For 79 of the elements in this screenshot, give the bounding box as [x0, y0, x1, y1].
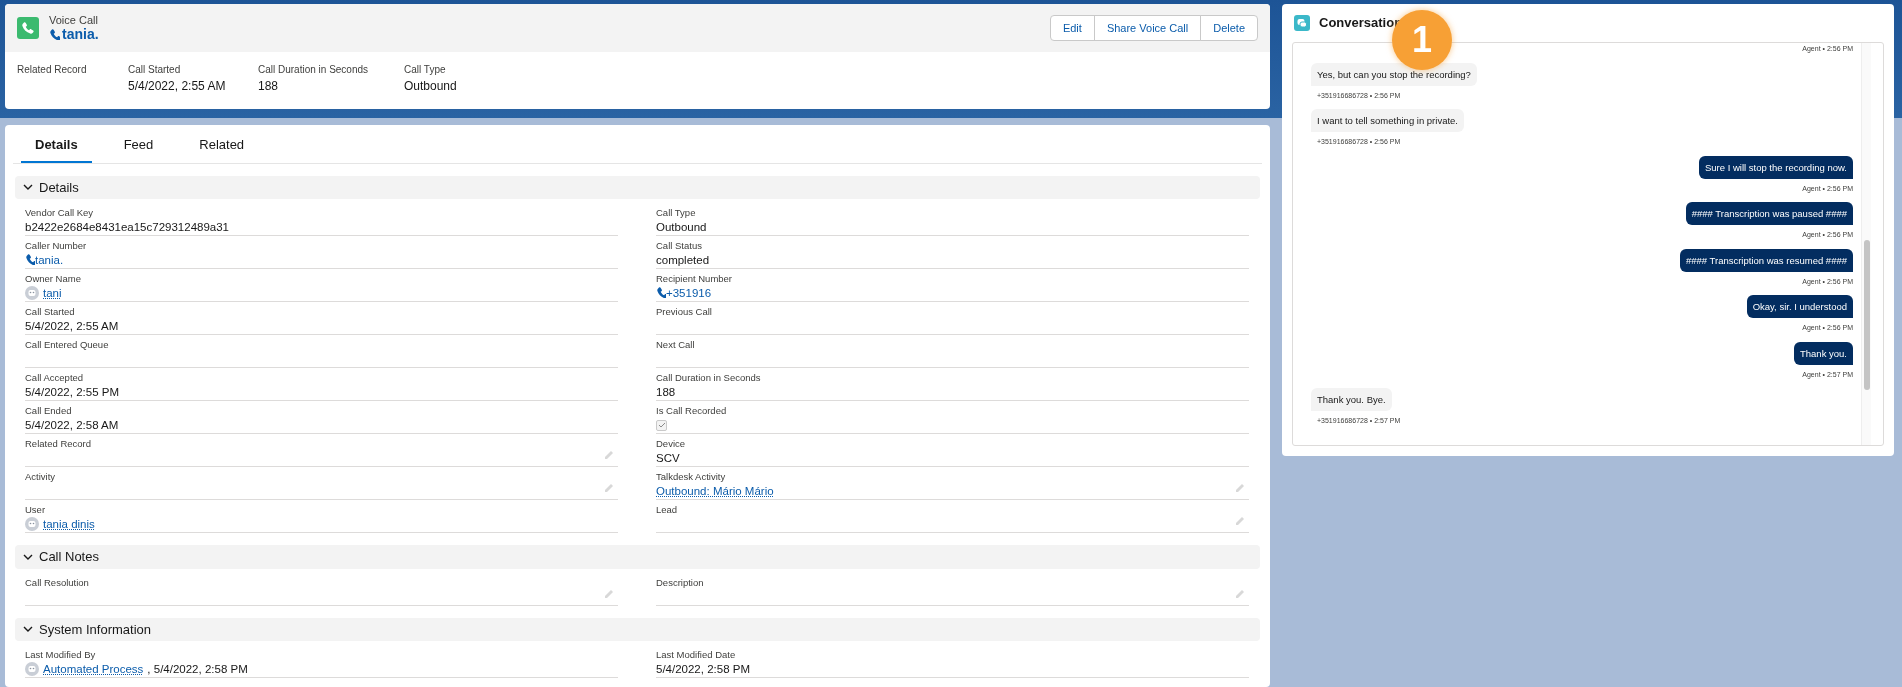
message-bubble: Thank you. Bye.: [1311, 388, 1392, 411]
message-bubble: Okay, sir. I understood: [1746, 295, 1853, 318]
user-link[interactable]: Automated Process: [43, 661, 144, 677]
pencil-icon[interactable]: [604, 448, 614, 460]
section-header[interactable]: System Information: [15, 617, 1260, 641]
highlight-label: Call Duration in Seconds: [258, 63, 370, 77]
field-value: completed: [656, 253, 710, 268]
pencil-icon[interactable]: [604, 481, 614, 493]
message-bubble: Sure I will stop the recording now.: [1698, 155, 1853, 179]
field-label: Call Ended: [25, 405, 73, 417]
field-label: Caller Number: [25, 240, 88, 252]
object-type-label: Voice Call: [49, 13, 99, 26]
field-label: Recipient Number: [656, 273, 734, 285]
message-bubble: #### Transcription was resumed ####: [1679, 248, 1853, 272]
field-label: Is Call Recorded: [656, 405, 728, 417]
record-title-text: tania.: [62, 25, 99, 43]
message-bubble: Yes, but can you stop the recording?: [1311, 62, 1477, 86]
tab[interactable]: Feed: [109, 125, 168, 163]
pencil-icon[interactable]: [1235, 481, 1245, 493]
phone-link[interactable]: +351916: [656, 285, 712, 301]
phone-link[interactable]: tania.: [25, 252, 64, 268]
field-label: Call Resolution: [25, 576, 90, 589]
field-label: Description: [656, 576, 705, 589]
user-link[interactable]: tani: [43, 285, 62, 301]
user-avatar-icon: [25, 662, 39, 676]
field-label: Previous Call: [656, 306, 713, 318]
pencil-icon[interactable]: [1235, 514, 1245, 526]
field-label: Call Entered Queue: [25, 339, 110, 351]
field-label: Last Modified Date: [656, 649, 737, 661]
highlight-label: Related Record: [17, 63, 88, 77]
field-label: Last Modified By: [25, 649, 97, 661]
action-button[interactable]: Share Voice Call: [1093, 14, 1202, 42]
field-label: Owner Name: [25, 273, 82, 285]
message-bubble: I want to tell something in private.: [1311, 109, 1464, 132]
user-avatar-icon: [25, 286, 39, 300]
highlight-value: 188: [258, 78, 280, 95]
phone-icon: [656, 286, 666, 298]
field-label: Vendor Call Key: [25, 207, 95, 219]
field-label: Call Accepted: [25, 372, 85, 384]
panel-title: Conversation: [1319, 14, 1403, 32]
chat-icon: [1294, 14, 1310, 31]
highlight-label: Call Started: [128, 63, 182, 77]
action-button[interactable]: Edit: [1049, 14, 1095, 42]
field-value: 5/4/2022, 2:58 PM: [656, 662, 750, 677]
phone-icon: [25, 253, 35, 265]
field-label: Activity: [25, 471, 57, 483]
field-value: b2422e2684e8431ea15c729312489a31: [25, 220, 230, 235]
user-link[interactable]: tania dinis: [43, 516, 95, 532]
highlight-label: Call Type: [404, 63, 447, 77]
field-label: Lead: [656, 504, 679, 516]
tab[interactable]: Details: [21, 125, 92, 163]
highlight-value: Outbound: [404, 78, 458, 95]
field-value: Outbound: [656, 220, 707, 235]
field-label: Talkdesk Activity: [656, 471, 727, 483]
scrollbar-thumb[interactable]: [1864, 239, 1870, 390]
action-button[interactable]: Delete: [1200, 14, 1258, 42]
field-label: Call Duration in Seconds: [656, 372, 762, 384]
field-label: Call Status: [656, 240, 703, 252]
section-header[interactable]: Details: [15, 175, 1260, 199]
record-link[interactable]: Outbound: Mário Mário: [656, 483, 774, 499]
field-value: SCV: [656, 451, 680, 466]
highlight-value: 5/4/2022, 2:55 AM: [128, 78, 227, 95]
user-avatar-icon: [25, 517, 39, 531]
field-label: User: [25, 504, 47, 516]
message-bubble: Thank you.: [1794, 341, 1853, 365]
field-value: 5/4/2022, 2:55 AM: [25, 319, 119, 334]
field-value: , 5/4/2022, 2:58 PM: [147, 662, 248, 677]
field-value: 188: [656, 385, 676, 400]
field-label: Call Started: [25, 306, 76, 318]
field-label: Related Record: [25, 438, 92, 450]
field-value: 5/4/2022, 2:58 AM: [25, 418, 119, 433]
field-label: Device: [656, 438, 687, 450]
field-label: Next Call: [656, 339, 696, 351]
field-value: 5/4/2022, 2:55 PM: [25, 385, 119, 400]
phone-icon: [49, 28, 60, 41]
tab[interactable]: Related: [185, 125, 259, 163]
section-header[interactable]: Call Notes: [15, 545, 1260, 569]
field-label: Call Type: [656, 207, 697, 219]
message-bubble: #### Transcription was paused ####: [1685, 202, 1853, 225]
